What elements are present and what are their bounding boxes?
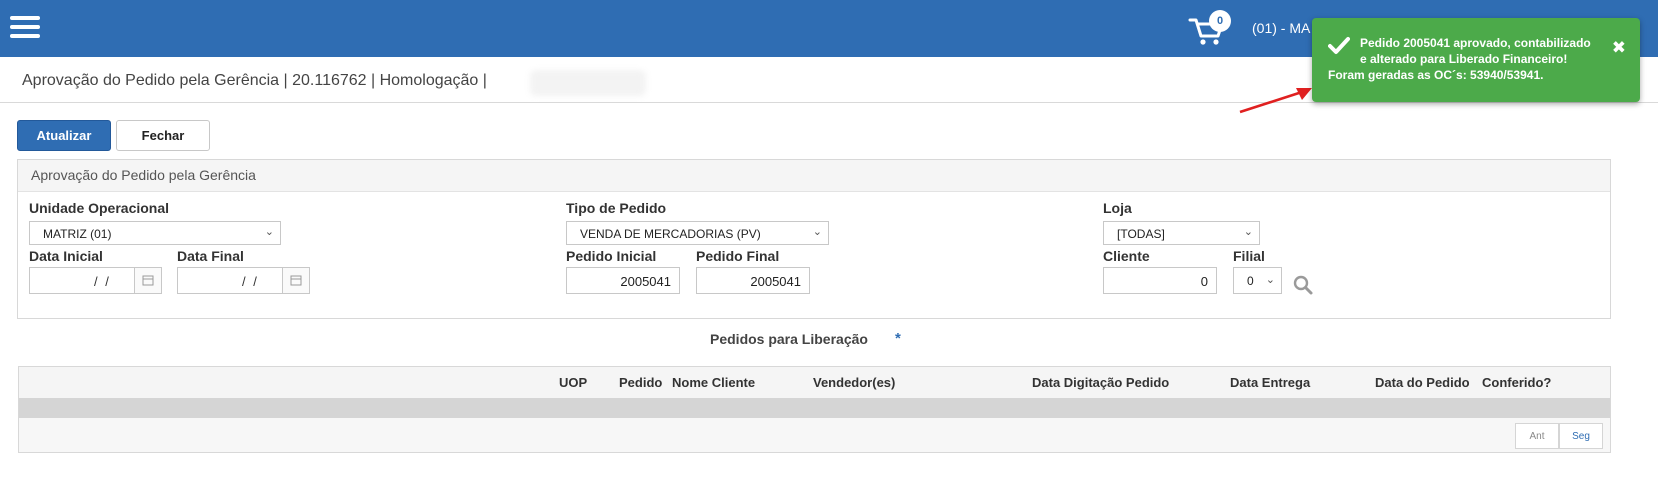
toast-message-line1: Pedido 2005041 aprovado, contabilizado: [1360, 36, 1591, 50]
chevron-down-icon: ⌄: [1265, 274, 1275, 286]
unidade-select[interactable]: MATRIZ (01) ⌄: [29, 221, 281, 245]
tipo-pedido-label: Tipo de Pedido: [566, 200, 667, 216]
data-final-label: Data Final: [177, 248, 244, 264]
cart-count-badge: 0: [1209, 10, 1231, 32]
pager-prev-button[interactable]: Ant: [1515, 423, 1559, 449]
column-data-entrega[interactable]: Data Entrega: [1230, 375, 1310, 390]
filial-select[interactable]: 0 ⌄: [1233, 267, 1282, 294]
pedido-inicial-value: 2005041: [620, 274, 671, 289]
filter-panel-header: Aprovação do Pedido pela Gerência: [18, 160, 1610, 192]
tipo-pedido-select-value: VENDA DE MERCADORIAS (PV): [580, 227, 761, 241]
pedido-inicial-label: Pedido Inicial: [566, 248, 657, 264]
divider: [0, 102, 1658, 103]
close-icon[interactable]: ✖: [1612, 38, 1626, 58]
annotation-arrow-icon: [1239, 88, 1312, 114]
cliente-value: 0: [1200, 274, 1208, 289]
column-vendedor[interactable]: Vendedor(es): [813, 375, 895, 390]
menu-icon[interactable]: [10, 16, 40, 38]
toast-message-line2: e alterado para Liberado Financeiro!: [1360, 52, 1568, 66]
calendar-icon[interactable]: [134, 268, 161, 293]
table-header: UOP Pedido Nome Cliente Vendedor(es) Dat…: [19, 367, 1610, 398]
data-final-input[interactable]: / /: [177, 267, 310, 294]
loja-select[interactable]: [TODAS] ⌄: [1103, 221, 1260, 245]
page-title: Aprovação do Pedido pela Gerência | 20.1…: [22, 72, 487, 89]
filter-panel-title: Aprovação do Pedido pela Gerência: [31, 167, 256, 183]
filial-label: Filial: [1233, 248, 1265, 264]
date-mask: / /: [94, 274, 111, 289]
check-icon: [1328, 37, 1350, 54]
loja-select-value: [TODAS]: [1117, 227, 1165, 241]
column-nome-cliente[interactable]: Nome Cliente: [672, 375, 755, 390]
orders-table: UOP Pedido Nome Cliente Vendedor(es) Dat…: [18, 366, 1611, 453]
pedido-final-input[interactable]: 2005041: [696, 267, 810, 294]
required-asterisk: *: [895, 330, 901, 347]
calendar-icon[interactable]: [282, 268, 309, 293]
pager-next-button[interactable]: Seg: [1559, 423, 1603, 449]
data-inicial-label: Data Inicial: [29, 248, 103, 264]
toast-message-line3: Foram geradas as OC´s: 53940/53941.: [1328, 68, 1544, 82]
loja-label: Loja: [1103, 200, 1132, 216]
search-icon[interactable]: [1292, 274, 1314, 296]
table-title: Pedidos para Liberação: [710, 331, 868, 347]
close-button[interactable]: Fechar: [116, 120, 210, 151]
table-row[interactable]: [19, 398, 1610, 418]
column-data-digitacao[interactable]: Data Digitação Pedido: [1032, 375, 1169, 390]
tipo-pedido-select[interactable]: VENDA DE MERCADORIAS (PV) ⌄: [566, 221, 829, 245]
cliente-label: Cliente: [1103, 248, 1150, 264]
chevron-down-icon: ⌄: [812, 226, 822, 238]
column-uop[interactable]: UOP: [559, 375, 587, 390]
filial-select-value: 0: [1247, 274, 1254, 288]
cliente-input[interactable]: 0: [1103, 267, 1217, 294]
redacted-area: [530, 70, 646, 96]
date-mask: / /: [242, 274, 259, 289]
unidade-select-value: MATRIZ (01): [43, 227, 112, 241]
column-data-pedido[interactable]: Data do Pedido: [1375, 375, 1470, 390]
column-pedido[interactable]: Pedido: [619, 375, 662, 390]
pedido-inicial-input[interactable]: 2005041: [566, 267, 680, 294]
chevron-down-icon: ⌄: [1243, 226, 1253, 238]
pedido-final-value: 2005041: [750, 274, 801, 289]
refresh-button[interactable]: Atualizar: [17, 120, 111, 151]
column-conferido[interactable]: Conferido?: [1482, 375, 1551, 390]
pedido-final-label: Pedido Final: [696, 248, 780, 264]
user-unit-label[interactable]: (01) - MA: [1252, 20, 1310, 36]
success-toast: Pedido 2005041 aprovado, contabilizado e…: [1312, 18, 1640, 102]
data-inicial-input[interactable]: / /: [29, 267, 162, 294]
unidade-label: Unidade Operacional: [29, 200, 170, 216]
chevron-down-icon: ⌄: [264, 226, 274, 238]
